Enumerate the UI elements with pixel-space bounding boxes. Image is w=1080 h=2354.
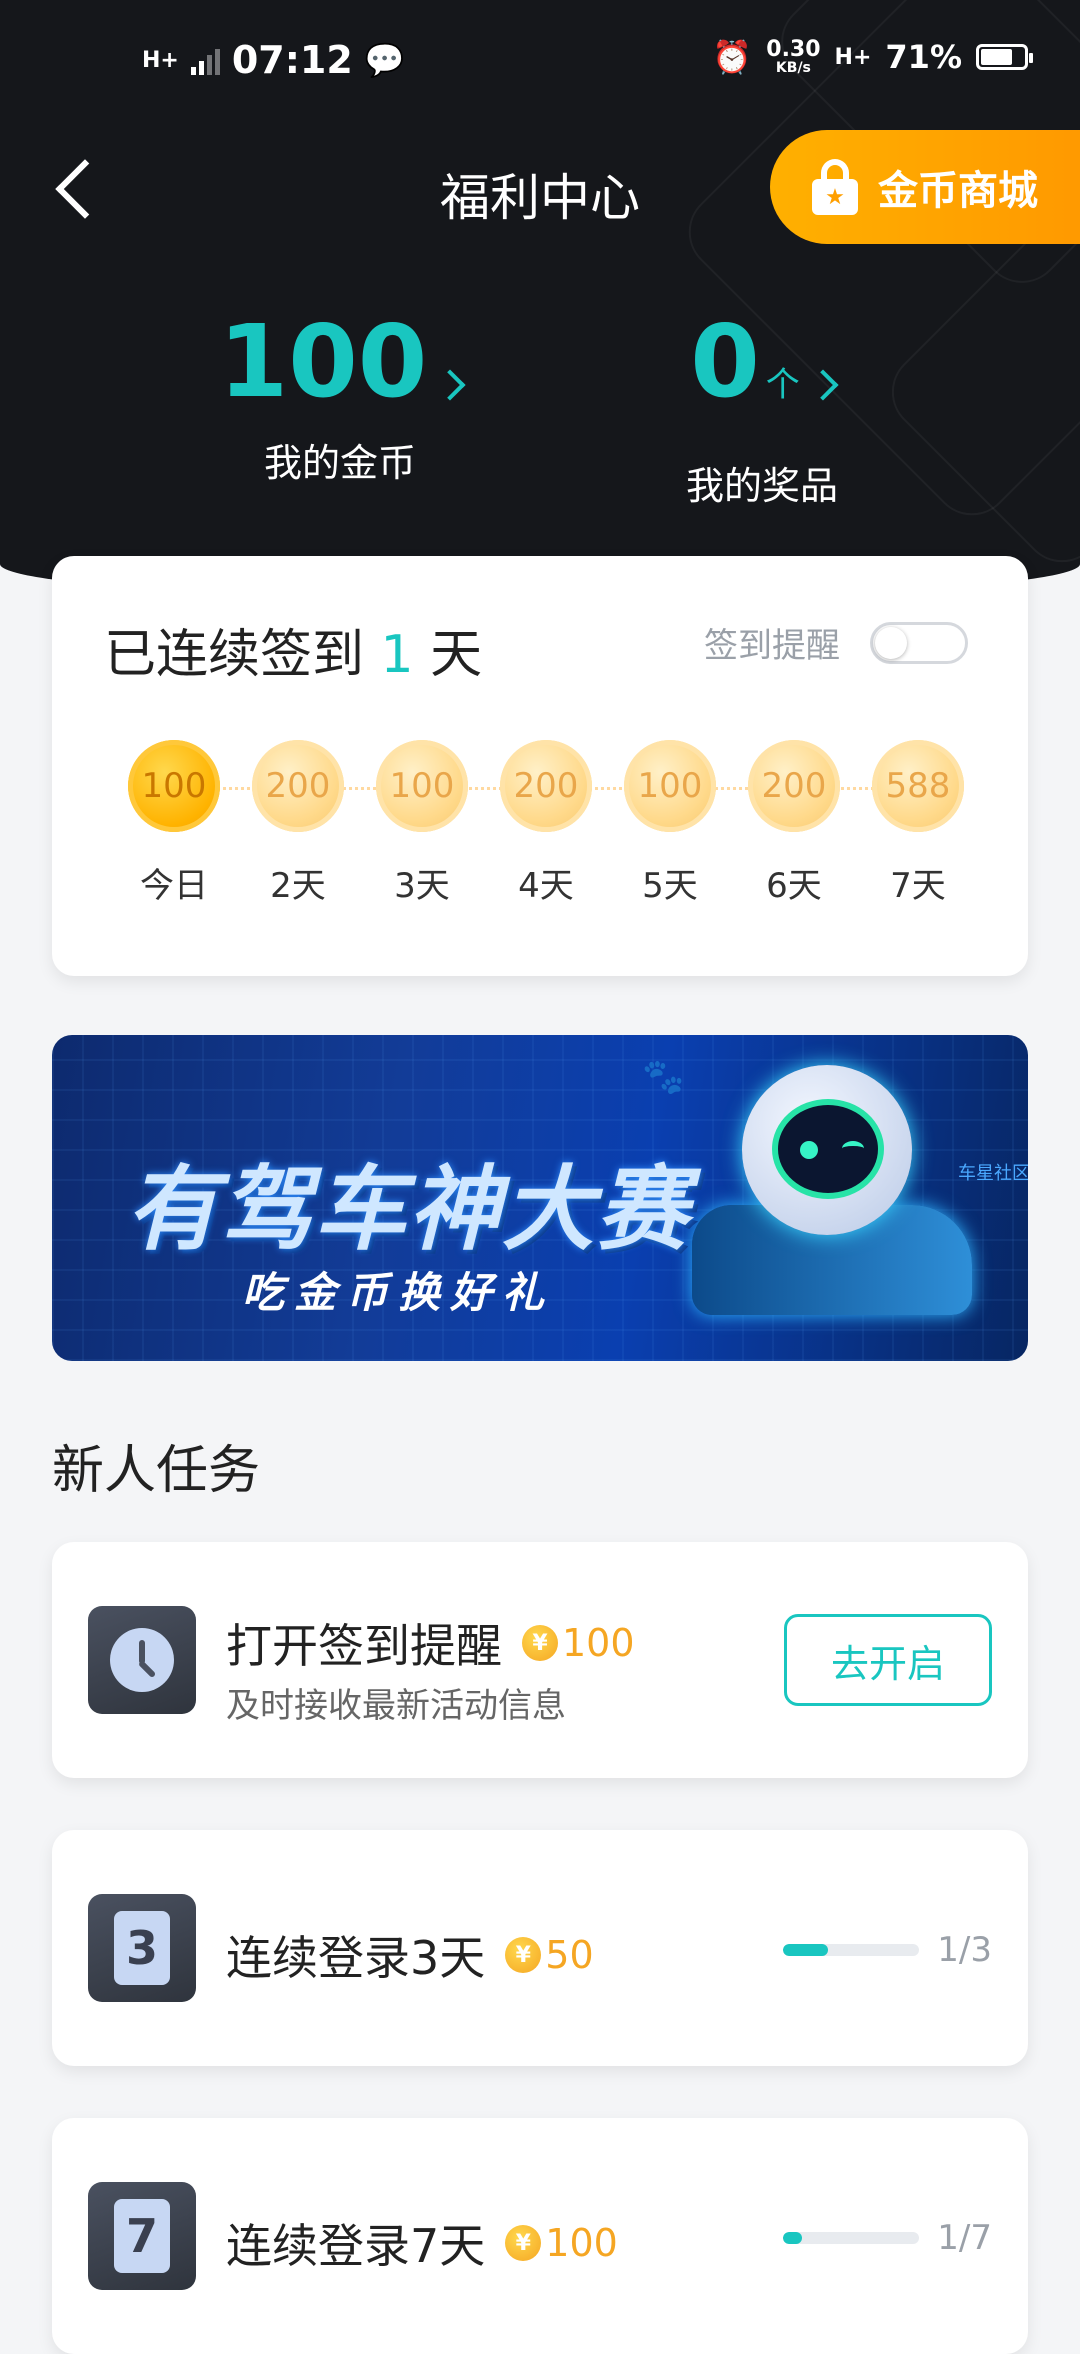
my-prizes-stat[interactable]: 0个 我的奖品 bbox=[612, 312, 912, 510]
signin-day-label: 6天 bbox=[766, 866, 822, 906]
net-speed: 0.30 KB/s bbox=[766, 37, 821, 76]
signin-day-label: 3天 bbox=[394, 866, 450, 906]
coin-icon: 200 bbox=[252, 740, 344, 832]
coin-icon: 100 bbox=[624, 740, 716, 832]
signal-type-right: H+ bbox=[834, 44, 872, 70]
reminder-toggle[interactable] bbox=[870, 621, 968, 664]
signin-day: 588 7天 bbox=[870, 740, 966, 907]
banner-subtitle: 吃金币换好礼 bbox=[242, 1268, 555, 1317]
task-subtitle: 及时接收最新活动信息 bbox=[226, 1686, 566, 1726]
coin-icon: 100 bbox=[128, 740, 220, 832]
coin-icon: ¥ bbox=[505, 1937, 542, 1973]
banner-side-text: 车星社区 bbox=[958, 1163, 1028, 1184]
signin-day: 200 2天 bbox=[250, 740, 346, 907]
chevron-right-icon bbox=[807, 369, 839, 401]
battery-text: 71% bbox=[885, 38, 962, 76]
promo-banner[interactable]: 🐾 有驾车神大赛 吃金币换好礼 车星社区 bbox=[52, 1035, 1028, 1361]
coin-icon: 100 bbox=[376, 740, 468, 832]
coin-icon: 200 bbox=[500, 740, 592, 832]
signin-day-label: 今日 bbox=[140, 866, 208, 906]
signin-day: 200 4天 bbox=[498, 740, 594, 907]
task-card-login-3: 3 连续登录3天 ¥50 1/3 bbox=[52, 1830, 1028, 2066]
header: H+ 07:12 💬 ⏰ 0.30 KB/s H+ 71% 福利中心 ★ 金币商城… bbox=[0, 0, 1080, 600]
clock-icon bbox=[88, 1606, 196, 1714]
banner-title: 有驾车神大赛 bbox=[126, 1156, 691, 1263]
clock: 07:12 bbox=[231, 38, 353, 82]
calendar-3-icon: 3 bbox=[88, 1894, 196, 2002]
signin-card: 已连续签到 1 天 签到提醒 100 今日 200 2天 100 3天 200 4天 100 5天… bbox=[52, 556, 1028, 976]
section-title: 新人任务 bbox=[52, 1441, 261, 1501]
paw-icon: 🐾 bbox=[642, 1057, 685, 1097]
prizes-label: 我的奖品 bbox=[685, 464, 838, 508]
coin-mall-label: 金币商城 bbox=[878, 168, 1038, 214]
status-bar: H+ 07:12 💬 ⏰ 0.30 KB/s H+ 71% bbox=[0, 0, 1080, 120]
task-card-login-7: 7 连续登录7天 ¥100 1/7 bbox=[52, 2118, 1028, 2354]
task-title: 连续登录3天 ¥50 bbox=[226, 1931, 594, 1985]
signin-day-label: 7天 bbox=[890, 866, 946, 906]
signal-type-left: H+ bbox=[142, 47, 179, 73]
task-reward: ¥100 bbox=[522, 1621, 635, 1665]
coin-mall-button[interactable]: ★ 金币商城 bbox=[770, 130, 1080, 244]
signin-day: 200 6天 bbox=[746, 740, 842, 907]
prizes-value: 0 bbox=[690, 303, 760, 420]
signin-reminder: 签到提醒 bbox=[704, 618, 968, 667]
my-coins-stat[interactable]: 100 我的金币 bbox=[190, 312, 490, 487]
chevron-right-icon bbox=[434, 369, 466, 401]
signin-day-label: 5天 bbox=[642, 866, 698, 906]
signin-day: 100 3天 bbox=[374, 740, 470, 907]
battery-icon bbox=[976, 44, 1033, 70]
robot-mascot bbox=[692, 1065, 972, 1315]
signin-day-label: 4天 bbox=[518, 866, 574, 906]
signin-day: 100 5天 bbox=[622, 740, 718, 907]
task-reward: ¥100 bbox=[505, 2221, 618, 2265]
alarm-icon: ⏰ bbox=[712, 38, 753, 76]
coin-icon: ¥ bbox=[522, 1625, 558, 1661]
calendar-7-icon: 7 bbox=[88, 2182, 196, 2290]
shopping-bag-icon: ★ bbox=[812, 159, 858, 215]
prizes-unit: 个 bbox=[765, 365, 800, 405]
coin-icon: 588 bbox=[872, 740, 964, 832]
task-progress: 1/3 bbox=[783, 1930, 992, 1970]
signal-bars-icon bbox=[190, 45, 220, 75]
coins-value: 100 bbox=[218, 303, 428, 420]
signin-day-label: 2天 bbox=[270, 866, 326, 906]
task-reward: ¥50 bbox=[505, 1933, 594, 1977]
task-progress: 1/7 bbox=[783, 2218, 992, 2258]
wechat-icon: 💬 bbox=[364, 41, 405, 79]
signin-days-row: 100 今日 200 2天 100 3天 200 4天 100 5天 200 6天 588 7天 bbox=[126, 740, 966, 907]
reminder-label: 签到提醒 bbox=[704, 626, 840, 666]
signin-streak: 已连续签到 1 天 bbox=[104, 625, 483, 685]
coins-label: 我的金币 bbox=[263, 441, 416, 485]
signin-day: 100 今日 bbox=[126, 740, 222, 907]
task-title: 连续登录7天 ¥100 bbox=[226, 2219, 618, 2273]
task-card-reminder: 打开签到提醒 ¥100 及时接收最新活动信息 去开启 bbox=[52, 1542, 1028, 1778]
task-title: 打开签到提醒 ¥100 bbox=[226, 1619, 635, 1673]
coin-icon: 200 bbox=[748, 740, 840, 832]
coin-icon: ¥ bbox=[505, 2225, 542, 2261]
enable-reminder-button[interactable]: 去开启 bbox=[784, 1614, 992, 1706]
